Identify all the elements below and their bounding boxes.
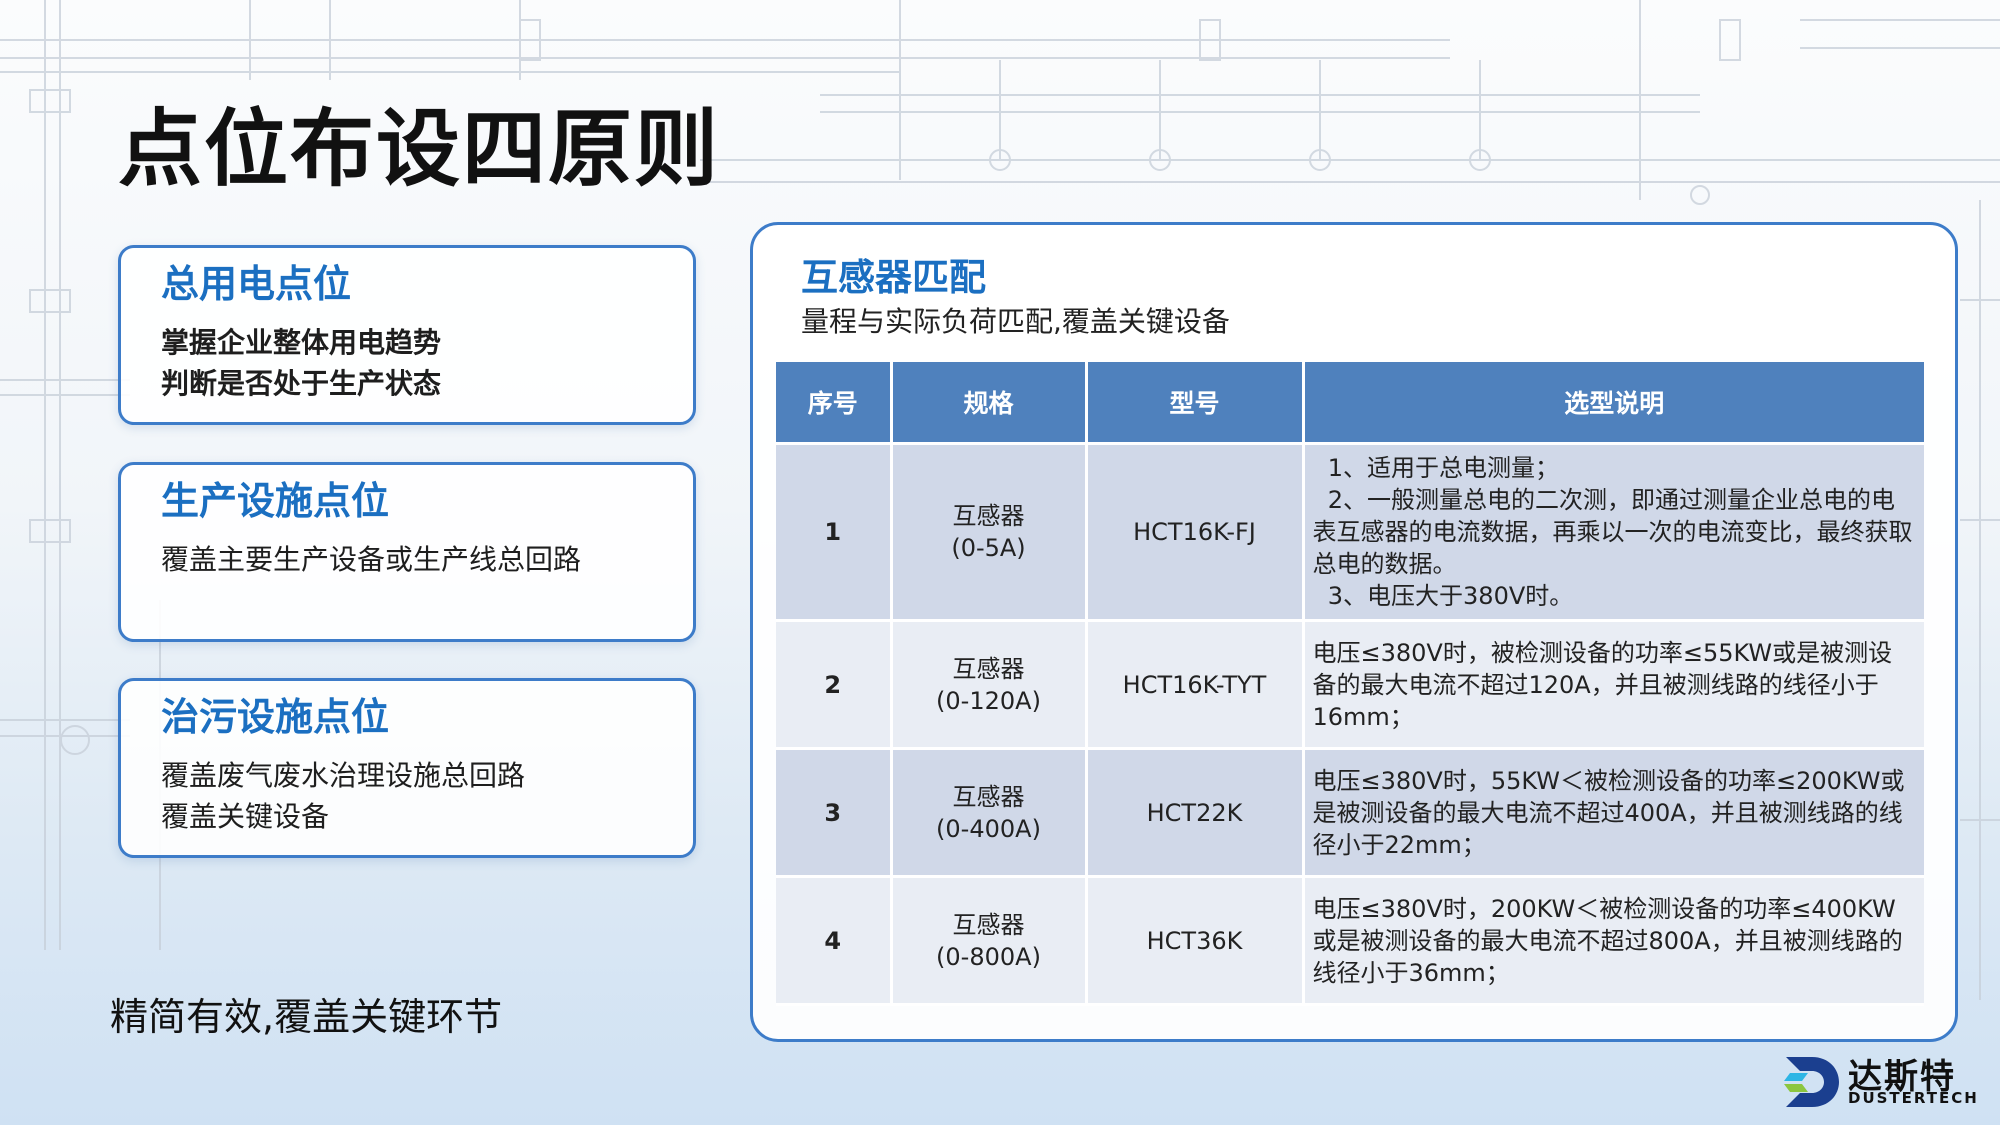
spec-name: 互感器	[952, 502, 1025, 530]
cell-model: HCT16K-FJ	[1086, 443, 1305, 622]
card-text: 判断是否处于生产状态	[161, 366, 442, 400]
header-model: 型号	[1086, 362, 1305, 445]
slogan: 精简有效,覆盖关键环节	[110, 995, 503, 1039]
cell-seq: 1	[776, 443, 893, 622]
table-row: 3 互感器 (0-400A) HCT22K 电压≤380V时，55KW＜被检测设…	[776, 748, 1924, 878]
card-total-power: 总用电点位 掌握企业整体用电趋势 判断是否处于生产状态	[118, 245, 696, 425]
spec-range: (0-120A)	[936, 686, 1041, 715]
cell-model: HCT22K	[1086, 748, 1305, 878]
spec-range: (0-800A)	[936, 942, 1041, 971]
spec-range: (0-5A)	[951, 534, 1026, 562]
transformer-panel: 互感器匹配 量程与实际负荷匹配,覆盖关键设备 序号 规格 型号 选型说明 1 互…	[750, 222, 1958, 1042]
cell-model: HCT36K	[1086, 876, 1305, 1006]
description-line: 3、电压大于380V时。	[1312, 582, 1574, 610]
header-spec: 规格	[891, 362, 1088, 445]
description-line: 电压≤380V时，200KW＜被检测设备的功率≤400KW或是被测设备的最大电流…	[1312, 894, 1903, 987]
header-seq: 序号	[776, 362, 893, 445]
description-line: 电压≤380V时，被检测设备的功率≤55KW或是被测设备的最大电流不超过120A…	[1312, 638, 1893, 731]
card-text: 掌握企业整体用电趋势	[161, 325, 442, 359]
cell-spec: 互感器 (0-800A)	[891, 876, 1088, 1006]
description-line: 电压≤380V时，55KW＜被检测设备的功率≤200KW或是被测设备的最大电流不…	[1312, 766, 1905, 859]
spec-range: (0-400A)	[936, 814, 1041, 843]
cell-spec: 互感器 (0-120A)	[891, 620, 1088, 750]
card-title: 总用电点位	[161, 262, 352, 306]
cell-model: HCT16K-TYT	[1086, 620, 1305, 750]
card-title: 生产设施点位	[161, 479, 390, 523]
table-row: 4 互感器 (0-800A) HCT36K 电压≤380V时，200KW＜被检测…	[776, 876, 1924, 1006]
company-logo: 达斯特 DUSTERTECH	[1782, 1053, 1982, 1111]
panel-title: 互感器匹配	[801, 256, 986, 299]
table-header-row: 序号 规格 型号 选型说明	[776, 362, 1924, 445]
logo-text-en: DUSTERTECH	[1848, 1089, 1979, 1107]
cell-description: 电压≤380V时，被检测设备的功率≤55KW或是被测设备的最大电流不超过120A…	[1303, 620, 1924, 750]
table-row: 1 互感器 (0-5A) HCT16K-FJ 1、适用于总电测量； 2、一般测量…	[776, 443, 1924, 622]
cell-description: 电压≤380V时，55KW＜被检测设备的功率≤200KW或是被测设备的最大电流不…	[1303, 748, 1924, 878]
card-production-facility: 生产设施点位 覆盖主要生产设备或生产线总回路	[118, 462, 696, 642]
table-row: 2 互感器 (0-120A) HCT16K-TYT 电压≤380V时，被检测设备…	[776, 620, 1924, 750]
cell-spec: 互感器 (0-5A)	[891, 443, 1088, 622]
card-text: 覆盖废气废水治理设施总回路	[161, 758, 526, 792]
description-line: 1、适用于总电测量；	[1312, 454, 1560, 482]
transformer-table: 序号 规格 型号 选型说明 1 互感器 (0-5A) HCT16K-FJ 1、适…	[776, 362, 1924, 1006]
card-text: 覆盖关键设备	[161, 799, 330, 833]
cell-description: 电压≤380V时，200KW＜被检测设备的功率≤400KW或是被测设备的最大电流…	[1303, 876, 1924, 1006]
header-description: 选型说明	[1303, 362, 1924, 445]
card-pollution-control-facility: 治污设施点位 覆盖废气废水治理设施总回路 覆盖关键设备	[118, 678, 696, 858]
panel-subtitle: 量程与实际负荷匹配,覆盖关键设备	[801, 305, 1230, 338]
card-title: 治污设施点位	[161, 695, 390, 739]
cell-seq: 3	[776, 748, 893, 878]
spec-name: 互感器	[952, 654, 1025, 683]
cell-seq: 4	[776, 876, 893, 1006]
cell-seq: 2	[776, 620, 893, 750]
cell-spec: 互感器 (0-400A)	[891, 748, 1088, 878]
card-text: 覆盖主要生产设备或生产线总回路	[161, 542, 582, 576]
logo-mark-icon	[1784, 1057, 1839, 1107]
spec-name: 互感器	[952, 910, 1025, 939]
cell-description: 1、适用于总电测量； 2、一般测量总电的二次测，即通过测量企业总电的电表互感器的…	[1303, 443, 1924, 622]
description-line: 2、一般测量总电的二次测，即通过测量企业总电的电表互感器的电流数据，再乘以一次的…	[1312, 486, 1913, 578]
page-title: 点位布设四原则	[118, 100, 721, 198]
spec-name: 互感器	[952, 782, 1025, 811]
